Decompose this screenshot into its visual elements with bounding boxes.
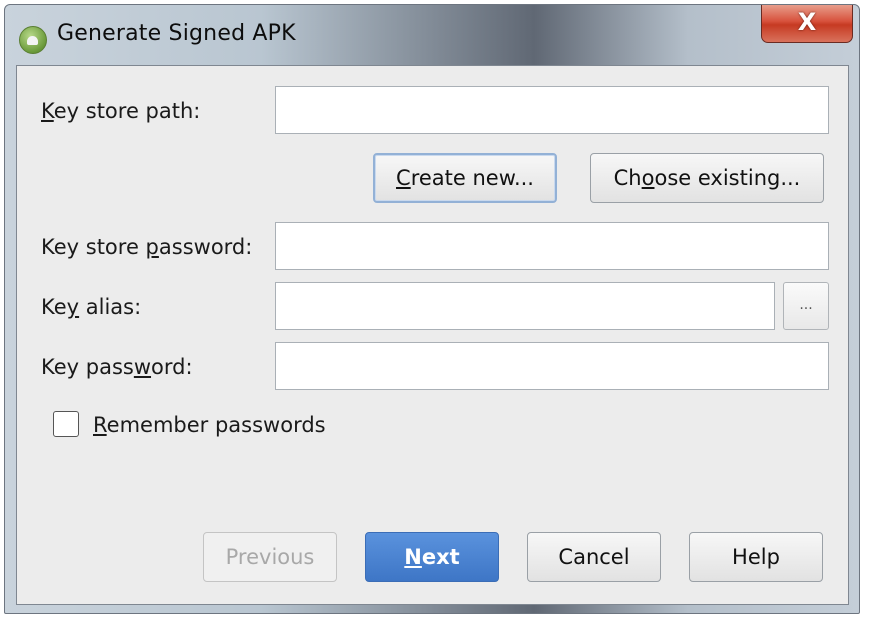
next-button[interactable]: Next [365,532,499,582]
dialog-window: Generate Signed APK X Key store path: Cr… [4,4,860,614]
key-store-password-label: Key store password: [41,235,253,259]
help-button[interactable]: Help [689,532,823,582]
key-alias-input[interactable] [275,282,775,330]
key-password-label: Key password: [41,355,193,379]
remember-passwords-checkbox[interactable] [53,411,79,437]
close-button[interactable]: X [761,5,853,43]
dialog-content: Key store path: Create new... Choose exi… [16,65,849,605]
key-store-path-input[interactable] [275,86,829,134]
key-alias-label: Key alias: [41,295,142,319]
remember-passwords-label[interactable]: Remember passwords [93,413,326,437]
create-new-button[interactable]: Create new... [373,153,557,203]
title-bar[interactable]: Generate Signed APK X [5,5,859,65]
key-alias-browse-button[interactable]: ... [783,282,829,330]
key-store-password-input[interactable] [275,222,829,270]
android-studio-icon [19,26,47,54]
key-store-path-label: Key store path: [41,99,201,123]
choose-existing-button[interactable]: Choose existing... [590,153,824,203]
cancel-button[interactable]: Cancel [527,532,661,582]
previous-button[interactable]: Previous [203,532,337,582]
window-title: Generate Signed APK [57,21,296,46]
key-password-input[interactable] [275,342,829,390]
